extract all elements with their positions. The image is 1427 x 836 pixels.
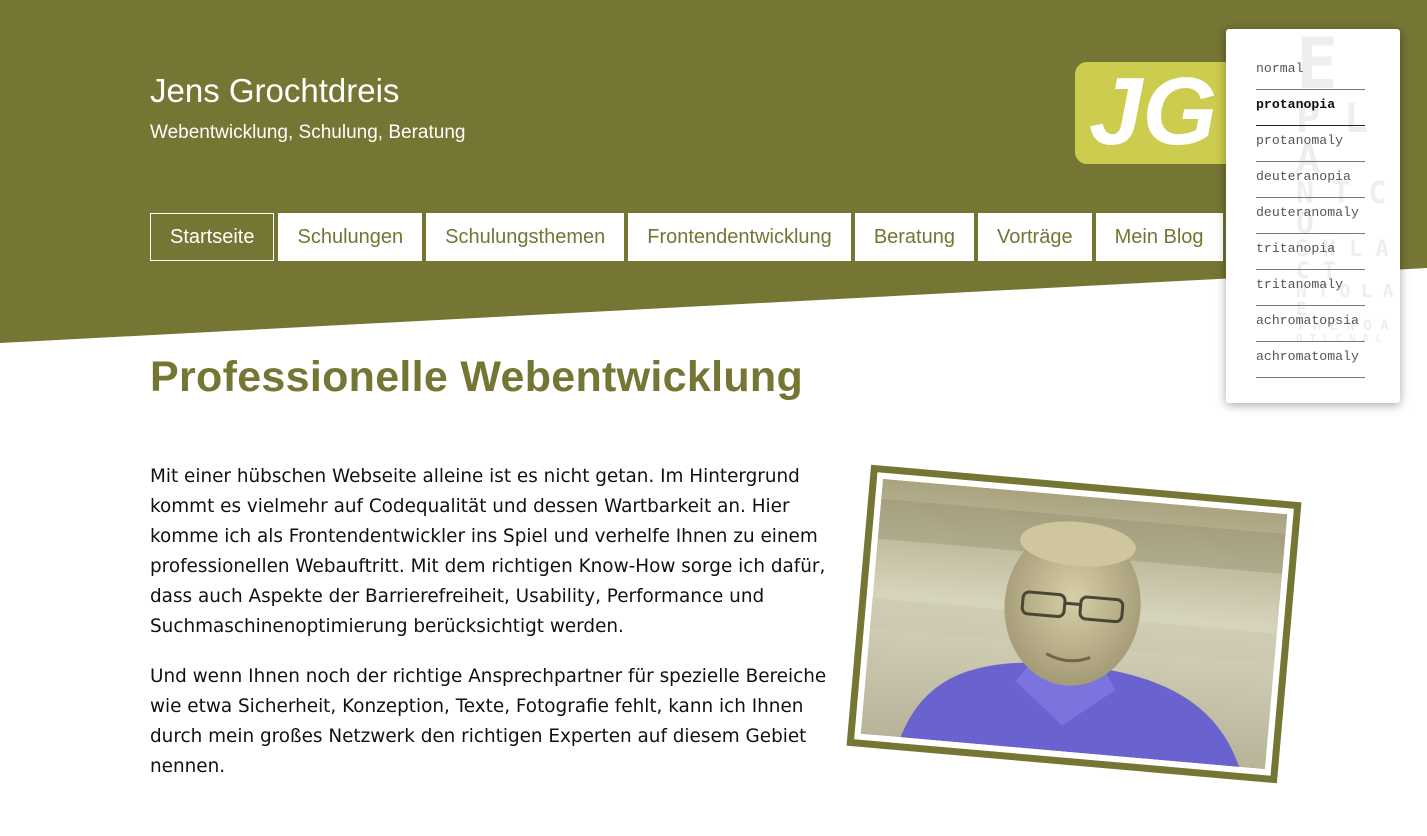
- filter-option-protanopia[interactable]: protanopia: [1256, 91, 1365, 126]
- nav-item-schulungsthemen[interactable]: Schulungsthemen: [426, 213, 625, 261]
- nav-item-mein-blog[interactable]: Mein Blog: [1095, 213, 1223, 261]
- filter-option-deuteranopia[interactable]: deuteranopia: [1256, 163, 1365, 198]
- filter-option-tritanopia[interactable]: tritanopia: [1256, 235, 1365, 270]
- filter-option-protanomaly[interactable]: protanomaly: [1256, 127, 1365, 162]
- filter-option-achromatomaly[interactable]: achromatomaly: [1256, 343, 1365, 378]
- site-title[interactable]: Jens Grochtdreis: [150, 72, 399, 110]
- portrait-photo: [860, 478, 1288, 770]
- nav-item-schulungen[interactable]: Schulungen: [278, 213, 423, 261]
- site-tagline: Webentwicklung, Schulung, Beratung: [150, 122, 466, 143]
- main-navigation: Startseite Schulungen Schulungsthemen Fr…: [150, 213, 1223, 261]
- color-filter-list: normal protanopia protanomaly deuteranop…: [1256, 55, 1365, 379]
- intro-paragraph: Mit einer hübschen Webseite alleine ist …: [150, 466, 826, 637]
- filter-option-achromatopsia[interactable]: achromatopsia: [1256, 307, 1365, 342]
- color-filter-menu: E P L A N T C O S H L A C T N T O L A E …: [1226, 29, 1400, 403]
- portrait-frame: [846, 464, 1302, 784]
- filter-option-tritanomaly[interactable]: tritanomaly: [1256, 271, 1365, 306]
- logo-text: JG: [1089, 62, 1217, 164]
- page-heading: Professionelle Webentwicklung: [150, 353, 804, 401]
- filter-option-deuteranomaly[interactable]: deuteranomaly: [1256, 199, 1365, 234]
- nav-item-vortraege[interactable]: Vorträge: [977, 213, 1092, 261]
- jg-logo[interactable]: JG: [1075, 62, 1235, 164]
- nav-item-frontendentwicklung[interactable]: Frontendentwicklung: [628, 213, 851, 261]
- header-background: [0, 0, 1427, 343]
- nav-item-beratung[interactable]: Beratung: [854, 213, 974, 261]
- nav-item-startseite[interactable]: Startseite: [150, 213, 275, 261]
- filter-option-normal[interactable]: normal: [1256, 55, 1365, 90]
- main-content: Mit einer hübschen Webseite alleine ist …: [150, 462, 830, 802]
- network-paragraph: Und wenn Ihnen noch der richtige Ansprec…: [150, 666, 827, 777]
